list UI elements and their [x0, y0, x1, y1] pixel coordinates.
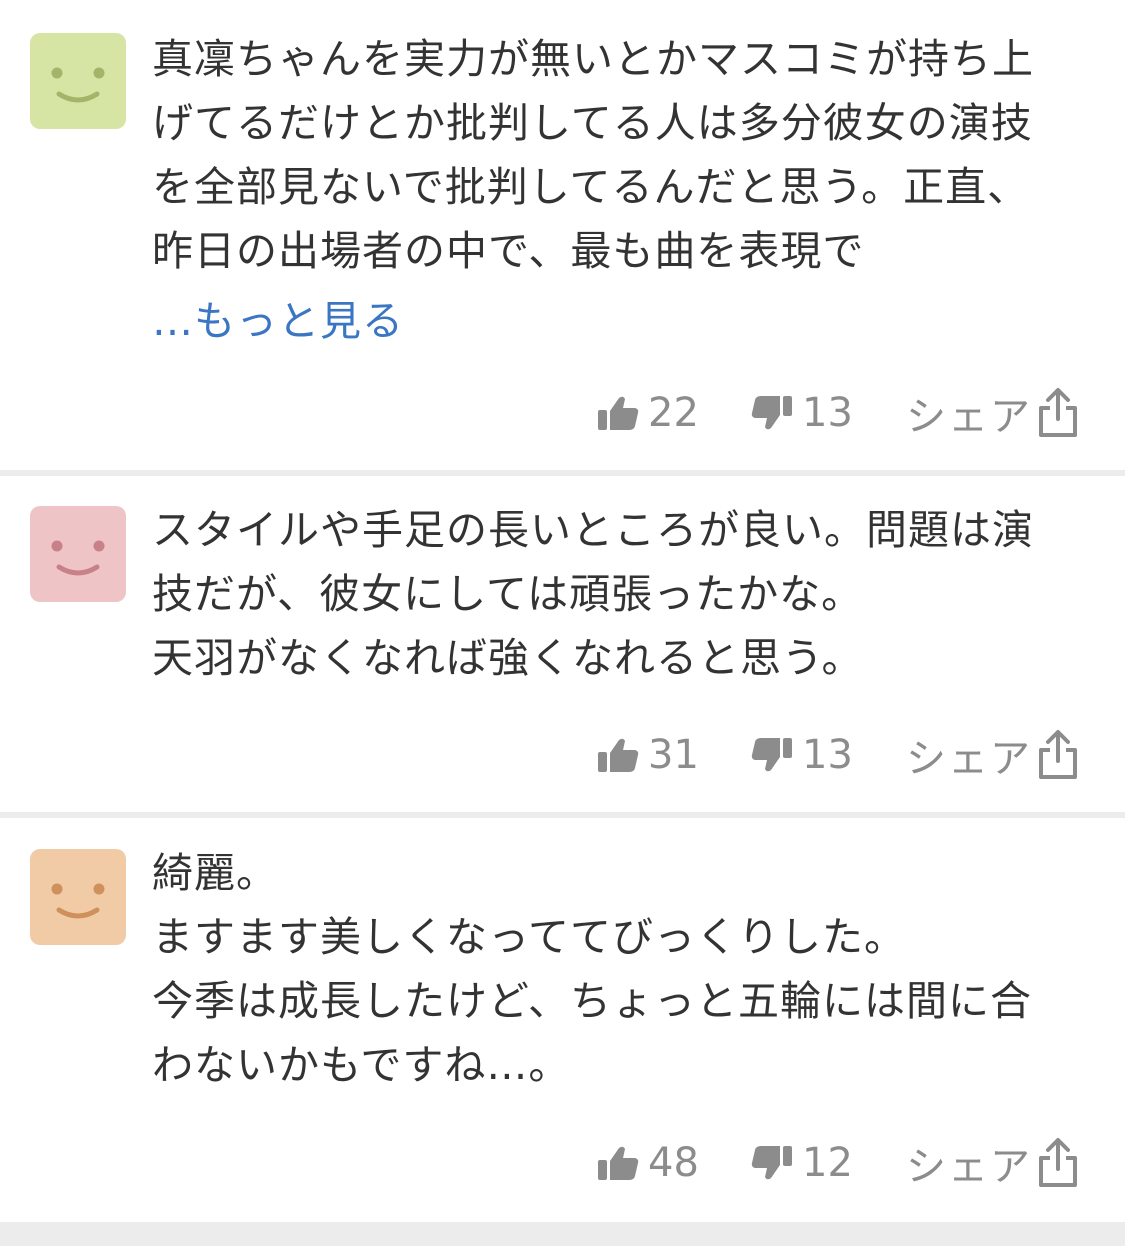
thumbs-up-icon [596, 1143, 640, 1183]
share-button[interactable]: シェア [906, 725, 1080, 785]
thumbs-down-icon [750, 1143, 794, 1183]
thumbs-up-icon [596, 393, 640, 433]
share-icon [1036, 729, 1080, 781]
share-label: シェア [906, 1144, 1032, 1190]
share-button[interactable]: シェア [906, 1133, 1080, 1193]
dislike-count: 13 [802, 732, 853, 778]
dislike-button[interactable]: 12 [750, 1133, 853, 1193]
comment-item: スタイルや手足の長いところが良い。問題は演 技だが、彼女にしては頑張ったかな。 … [0, 476, 1125, 812]
smiley-face-icon [51, 540, 105, 576]
comment-item: 綺麗。 ますます美しくなっててびっくりした。 今季は成長したけど、ちょっと五輪に… [0, 818, 1125, 1222]
avatar [30, 33, 126, 129]
like-button[interactable]: 22 [596, 383, 699, 443]
avatar [30, 506, 126, 602]
divider [0, 1222, 1125, 1246]
like-count: 22 [648, 390, 699, 436]
like-button[interactable]: 31 [596, 725, 699, 785]
like-count: 48 [648, 1140, 699, 1186]
comment-text: 綺麗。 ますます美しくなっててびっくりした。 今季は成長したけど、ちょっと五輪に… [152, 849, 1032, 1089]
comment-actions: 22 13 シェア [0, 383, 1125, 443]
share-label: シェア [906, 736, 1032, 782]
thumbs-up-icon [596, 735, 640, 775]
like-button[interactable]: 48 [596, 1133, 699, 1193]
thumbs-down-icon [750, 735, 794, 775]
share-label: シェア [906, 394, 1032, 440]
dislike-button[interactable]: 13 [750, 725, 853, 785]
like-count: 31 [648, 732, 699, 778]
smiley-face-icon [51, 67, 105, 103]
dislike-count: 13 [802, 390, 853, 436]
show-more-link[interactable]: …もっと見る [152, 289, 404, 353]
dislike-count: 12 [802, 1140, 853, 1186]
smiley-face-icon [51, 883, 105, 919]
dislike-button[interactable]: 13 [750, 383, 853, 443]
share-icon [1036, 387, 1080, 439]
share-icon [1036, 1137, 1080, 1189]
comment-actions: 31 13 シェア [0, 725, 1125, 785]
share-button[interactable]: シェア [906, 383, 1080, 443]
comment-text: 真凜ちゃんを実力が無いとかマスコミが持ち上 げてるだけとか批判してる人は多分彼女… [152, 35, 1034, 275]
thumbs-down-icon [750, 393, 794, 433]
comment-item: 真凜ちゃんを実力が無いとかマスコミが持ち上 げてるだけとか批判してる人は多分彼女… [0, 0, 1125, 470]
avatar [30, 849, 126, 945]
comment-actions: 48 12 シェア [0, 1133, 1125, 1193]
comment-text: スタイルや手足の長いところが良い。問題は演 技だが、彼女にしては頑張ったかな。 … [152, 506, 1034, 682]
